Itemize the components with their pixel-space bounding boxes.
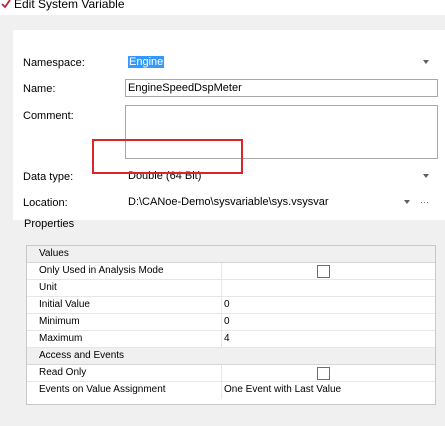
group-title: Values (39, 248, 69, 259)
comment-textarea[interactable] (125, 105, 438, 159)
property-value[interactable]: One Event with Last Value (224, 384, 341, 395)
property-row[interactable]: Unit (27, 280, 435, 297)
datatype-combobox[interactable]: Double (64 Bit) (125, 167, 438, 185)
analysis-mode-checkbox[interactable] (317, 265, 330, 278)
group-title: Access and Events (39, 350, 125, 361)
property-row[interactable]: Maximum 4 (27, 331, 435, 348)
name-value: EngineSpeedDspMeter (128, 82, 242, 94)
property-name: Events on Value Assignment (39, 384, 166, 395)
datatype-label: Data type: (23, 171, 74, 183)
group-header-values[interactable]: Values (27, 246, 435, 263)
read-only-checkbox[interactable] (317, 367, 330, 380)
namespace-combobox[interactable]: Engine (125, 53, 438, 70)
namespace-label: Namespace: (23, 57, 85, 69)
group-header-access-events[interactable]: Access and Events (27, 348, 435, 365)
comment-label: Comment: (23, 110, 74, 122)
title-bar: Edit System Variable (0, 0, 445, 13)
edit-variable-icon (1, 0, 11, 9)
name-input[interactable]: EngineSpeedDspMeter (125, 79, 438, 97)
datatype-value: Double (64 Bit) (128, 170, 202, 182)
properties-grid: Values Only Used in Analysis Mode Unit I… (26, 245, 436, 405)
browse-ellipsis-icon[interactable]: ··· (420, 197, 429, 207)
property-name: Initial Value (39, 299, 90, 310)
property-name: Maximum (39, 333, 83, 344)
property-name: Unit (39, 282, 57, 293)
property-row[interactable]: Read Only (27, 365, 435, 382)
property-row[interactable]: Minimum 0 (27, 314, 435, 331)
property-row[interactable]: Events on Value Assignment One Event wit… (27, 382, 435, 399)
property-name: Only Used in Analysis Mode (39, 265, 164, 276)
properties-label: Properties (24, 218, 75, 230)
property-name: Minimum (39, 316, 80, 327)
location-combobox[interactable]: D:\CANoe-Demo\sysvariable\sys.vsysvar ··… (125, 193, 438, 211)
chevron-down-icon[interactable] (404, 200, 410, 204)
location-label: Location: (23, 197, 68, 209)
property-value[interactable]: 4 (224, 333, 230, 344)
name-label: Name: (23, 83, 56, 95)
namespace-value: Engine (128, 55, 165, 68)
property-value[interactable]: 0 (224, 299, 230, 310)
location-value: D:\CANoe-Demo\sysvariable\sys.vsysvar (128, 196, 329, 208)
property-row[interactable]: Only Used in Analysis Mode (27, 263, 435, 280)
property-value[interactable]: 0 (224, 316, 230, 327)
variable-form: Namespace: Engine Name: EngineSpeedDspMe… (13, 30, 445, 220)
chevron-down-icon[interactable] (423, 59, 429, 64)
window-title: Edit System Variable (14, 0, 125, 11)
dialog-body: Namespace: Engine Name: EngineSpeedDspMe… (0, 15, 445, 426)
property-name: Read Only (39, 367, 87, 378)
chevron-down-icon[interactable] (423, 174, 429, 178)
property-row[interactable]: Initial Value 0 (27, 297, 435, 314)
